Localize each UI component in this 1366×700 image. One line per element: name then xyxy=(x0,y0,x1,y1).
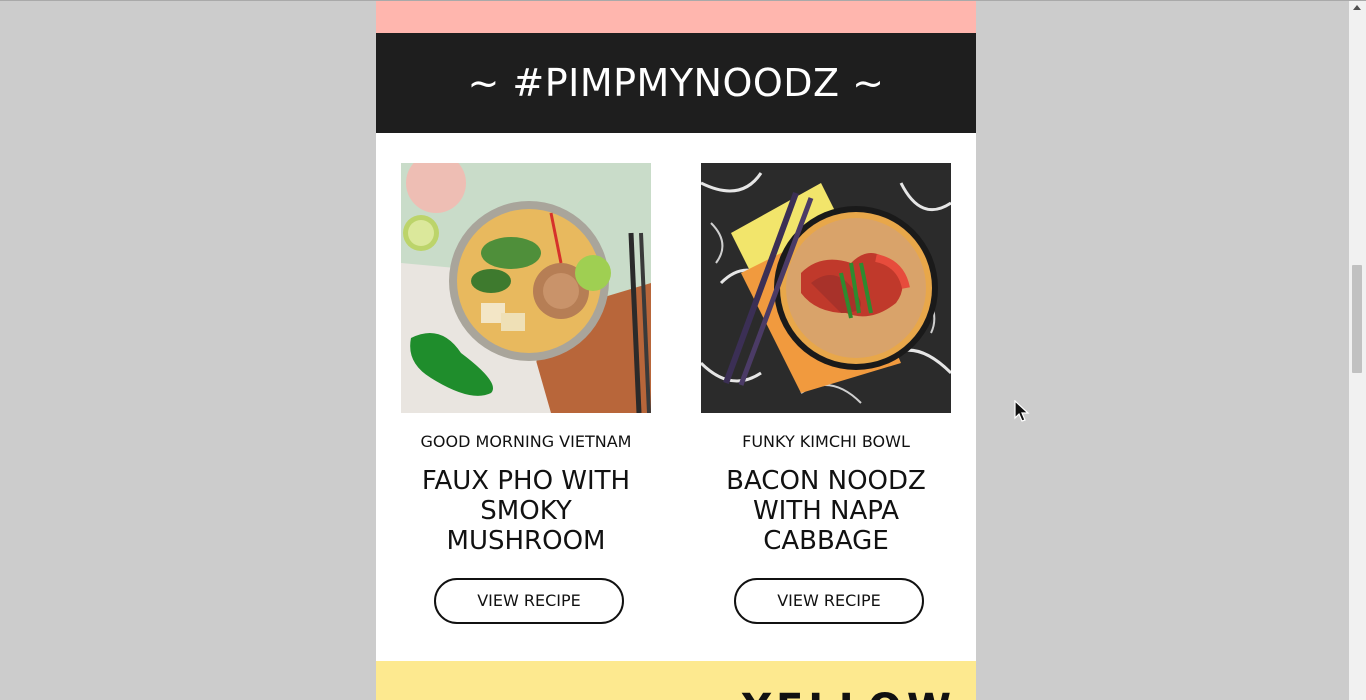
scrollbar-thumb[interactable] xyxy=(1352,265,1362,373)
kimchi-bowl-photo[interactable] xyxy=(701,163,951,413)
yellow-section-band: YELLOW xyxy=(376,661,976,700)
hashtag-banner: ~ #PIMPMYNOODZ ~ xyxy=(376,33,976,133)
email-content: ~ #PIMPMYNOODZ ~ GOOD MORNING VIETNAM FA… xyxy=(376,1,976,700)
scroll-up-arrow-icon[interactable] xyxy=(1353,5,1361,10)
recipe-kicker: FUNKY KIMCHI BOWL xyxy=(742,432,910,451)
pho-bowl-photo[interactable] xyxy=(401,163,651,413)
yellow-section-title: YELLOW xyxy=(742,686,956,700)
recipe-title: BACON NOODZ WITH NAPA CABBAGE xyxy=(726,466,926,556)
recipe-card-kimchi: FUNKY KIMCHI BOWL BACON NOODZ WITH NAPA … xyxy=(701,163,951,624)
recipe-card-pho: GOOD MORNING VIETNAM FAUX PHO WITH SMOKY… xyxy=(401,163,651,624)
view-recipe-button[interactable]: VIEW RECIPE xyxy=(734,578,924,624)
browser-viewport: ~ #PIMPMYNOODZ ~ GOOD MORNING VIETNAM FA… xyxy=(0,0,1366,700)
page-scrollbar[interactable] xyxy=(1349,1,1366,700)
pink-section-band xyxy=(376,1,976,33)
recipe-title: FAUX PHO WITH SMOKY MUSHROOM xyxy=(421,466,631,556)
view-recipe-button[interactable]: VIEW RECIPE xyxy=(434,578,624,624)
hashtag-title: ~ #PIMPMYNOODZ ~ xyxy=(467,61,885,105)
mouse-cursor-icon xyxy=(1014,400,1030,422)
recipe-kicker: GOOD MORNING VIETNAM xyxy=(420,432,632,451)
